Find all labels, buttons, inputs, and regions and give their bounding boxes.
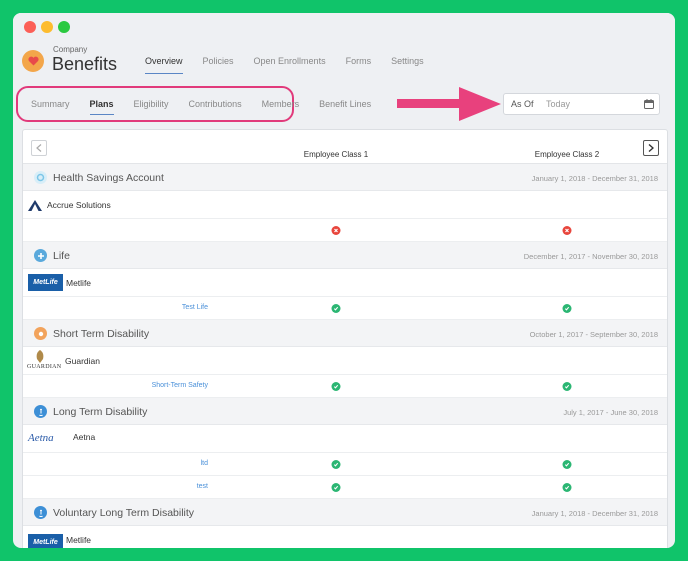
calendar-icon[interactable] — [644, 99, 654, 109]
carrier-name: Aetna — [73, 432, 96, 442]
as-of-label: As Of — [511, 99, 534, 109]
section-dates: October 1, 2017 - September 30, 2018 — [529, 330, 658, 339]
benefit-section-header: Health Savings Account January 1, 2018 -… — [23, 164, 667, 191]
app-window: Company Benefits Overview Policies Open … — [13, 13, 675, 548]
company-label: Company — [53, 45, 88, 54]
minimize-window-button[interactable] — [41, 21, 53, 33]
app-header: Company Benefits Overview Policies Open … — [13, 43, 675, 85]
carrier-row: Accrue Solutions — [23, 191, 667, 219]
annotation-arrow-icon — [397, 87, 501, 121]
benefit-section-header: Voluntary Long Term Disability January 1… — [23, 499, 667, 526]
subnav-row: Summary Plans Eligibility Contributions … — [13, 86, 675, 122]
plan-row: Test Life — [23, 297, 667, 320]
section-title: Short Term Disability — [53, 328, 150, 340]
std-icon — [34, 327, 47, 340]
close-window-button[interactable] — [24, 21, 36, 33]
check-icon — [331, 460, 341, 469]
date-value[interactable]: Today — [546, 99, 570, 109]
tab-forms[interactable]: Forms — [346, 56, 372, 74]
section-title: Life — [53, 250, 70, 262]
plan-link[interactable]: Test Life — [182, 304, 208, 311]
section-dates: January 1, 2018 - December 31, 2018 — [531, 509, 658, 518]
benefit-section-header: Long Term Disability July 1, 2017 - June… — [23, 398, 667, 425]
plan-link[interactable]: ltd — [201, 460, 208, 467]
subtab-benefit-lines[interactable]: Benefit Lines — [319, 99, 371, 115]
carrier-name: Metlife — [66, 535, 92, 545]
metlife-logo: MetLife — [28, 534, 63, 548]
carrier-name: Metlife — [66, 278, 92, 288]
check-icon — [331, 304, 341, 313]
section-dates: December 1, 2017 - November 30, 2018 — [523, 252, 658, 261]
check-icon — [562, 382, 572, 391]
chevron-left-icon — [36, 144, 42, 152]
column-header: Employee Class 2 — [534, 150, 600, 159]
guardian-logo-icon — [36, 350, 44, 363]
aetna-logo: Aetna — [28, 432, 54, 444]
metlife-logo: MetLife — [28, 274, 63, 291]
tab-open-enrollments[interactable]: Open Enrollments — [254, 56, 326, 74]
check-icon — [331, 483, 341, 492]
carrier-name: Accrue Solutions — [47, 200, 111, 210]
tab-overview[interactable]: Overview — [145, 56, 183, 74]
section-dates: January 1, 2018 - December 31, 2018 — [531, 174, 658, 183]
as-of-date-field[interactable]: As Of Today — [503, 93, 660, 115]
chevron-right-icon — [648, 144, 654, 152]
previous-page-button[interactable] — [31, 140, 47, 156]
guardian-logo: GUARDIAN — [27, 364, 62, 370]
plan-row: Short-Term Safety — [23, 375, 667, 398]
accrue-logo-icon — [28, 200, 42, 211]
benefit-section-header: Life December 1, 2017 - November 30, 201… — [23, 242, 667, 269]
carrier-name: Guardian — [65, 356, 100, 366]
section-title: Voluntary Long Term Disability — [53, 507, 195, 519]
section-title: Health Savings Account — [53, 172, 164, 184]
next-page-button[interactable] — [643, 140, 659, 156]
top-nav: Overview Policies Open Enrollments Forms… — [145, 56, 444, 74]
plan-row: test — [23, 476, 667, 499]
plans-table: Employee Class 1 Employee Class 2 Health… — [22, 129, 668, 548]
subtab-contributions[interactable]: Contributions — [189, 99, 242, 115]
page-title: Benefits — [52, 54, 118, 74]
check-icon — [562, 483, 572, 492]
subtab-members[interactable]: Members — [262, 99, 300, 115]
carrier-row: GUARDIAN Guardian — [23, 347, 667, 375]
ltd-icon — [34, 405, 47, 418]
subtab-eligibility[interactable]: Eligibility — [134, 99, 169, 115]
maximize-window-button[interactable] — [58, 21, 70, 33]
plan-link[interactable]: Short-Term Safety — [152, 382, 208, 389]
hsa-icon — [34, 171, 47, 184]
carrier-row: MetLife Metlife — [23, 269, 667, 297]
check-icon — [331, 382, 341, 391]
subtab-summary[interactable]: Summary — [31, 99, 70, 115]
plan-link[interactable]: test — [197, 483, 208, 490]
benefits-logo-icon — [22, 50, 44, 72]
tab-settings[interactable]: Settings — [391, 56, 424, 74]
not-eligible-icon — [331, 226, 341, 235]
plan-row — [23, 219, 667, 242]
carrier-row: Aetna Aetna — [23, 425, 667, 453]
section-dates: July 1, 2017 - June 30, 2018 — [563, 408, 658, 417]
subtab-plans[interactable]: Plans — [89, 99, 114, 115]
column-header: Employee Class 1 — [303, 150, 369, 159]
check-icon — [562, 460, 572, 469]
carrier-row: MetLife Metlife — [23, 526, 667, 548]
tab-policies[interactable]: Policies — [203, 56, 234, 74]
check-icon — [562, 304, 572, 313]
life-icon — [34, 249, 47, 262]
section-title: Long Term Disability — [53, 406, 148, 418]
vltd-icon — [34, 506, 47, 519]
table-header: Employee Class 1 Employee Class 2 — [23, 130, 667, 164]
window-titlebar — [13, 13, 675, 43]
sub-nav: Summary Plans Eligibility Contributions … — [31, 99, 391, 115]
not-eligible-icon — [562, 226, 572, 235]
plan-row: ltd — [23, 453, 667, 476]
benefit-section-header: Short Term Disability October 1, 2017 - … — [23, 320, 667, 347]
